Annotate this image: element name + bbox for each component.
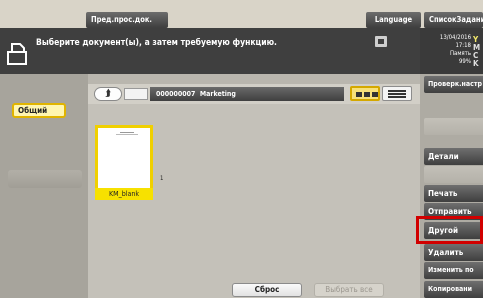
file-page-count: 1 (160, 175, 164, 182)
reset-button[interactable]: Сброс (232, 283, 302, 297)
box-name: Marketing (199, 90, 236, 98)
document-preview-button[interactable]: Пред.прос.док. (86, 12, 168, 28)
print-button[interactable]: Печать (424, 185, 483, 202)
check-settings-button[interactable]: Проверк.настр (424, 76, 483, 93)
status-date: 13/04/2016 (439, 34, 471, 41)
instruction-text: Выберите документ(ы), а затем требуемую … (36, 38, 277, 48)
disabled-slot-2 (424, 166, 483, 183)
change-button[interactable]: Изменить по (424, 262, 483, 279)
thumbnail-view-button[interactable] (350, 86, 380, 101)
memory-label: Память (449, 50, 471, 57)
box-id: 000000007 (156, 90, 196, 98)
file-name[interactable]: KM_blank (95, 188, 153, 200)
toner-black: K (473, 59, 479, 68)
sidebar-empty-slot (8, 170, 82, 188)
job-list-button[interactable]: СписокЗадани (424, 12, 483, 28)
document-icon (7, 43, 27, 65)
status-panel: 13/04/2016 17:18 Память 99% Y M C K (420, 28, 483, 74)
copy-button[interactable]: Копировани (424, 281, 483, 298)
details-button[interactable]: Детали (424, 148, 483, 165)
lock-icon (375, 36, 387, 47)
box-icon (124, 88, 148, 100)
delete-button[interactable]: Удалить (424, 244, 483, 261)
highlight-box (416, 216, 483, 244)
box-title: 000000007 Marketing (150, 87, 344, 101)
language-button[interactable]: Language (366, 12, 421, 28)
file-preview-icon (116, 132, 138, 135)
list-view-button[interactable] (382, 86, 412, 101)
memory-percent: 99% (459, 58, 471, 65)
select-all-button[interactable]: Выбрать все (314, 283, 384, 297)
instruction-bar: Выберите документ(ы), а затем требуемую … (0, 28, 420, 74)
up-folder-button[interactable]: ⮭ (94, 87, 122, 101)
status-time: 17:18 (455, 42, 471, 49)
tab-general[interactable]: Общий (12, 103, 66, 118)
disabled-slot-1 (424, 118, 483, 135)
